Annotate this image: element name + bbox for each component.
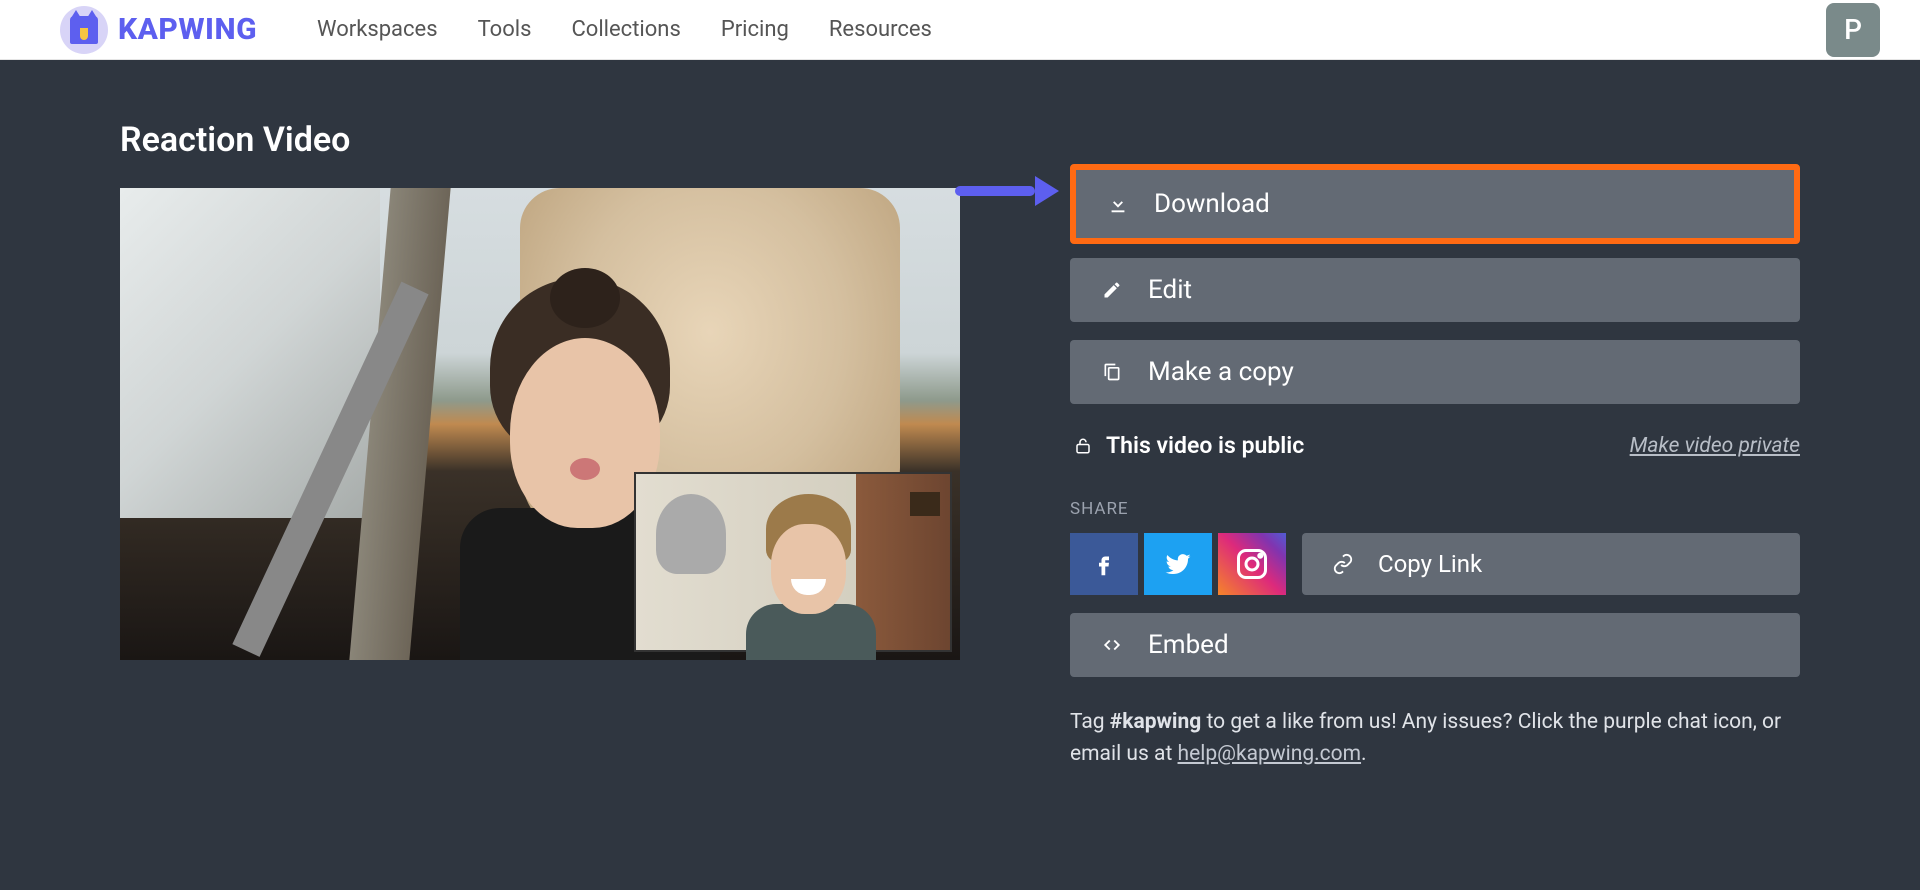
video-preview[interactable] — [120, 188, 960, 660]
picture-in-picture — [634, 472, 952, 652]
nav-tools[interactable]: Tools — [478, 17, 532, 42]
twitter-icon — [1160, 549, 1196, 579]
code-icon — [1100, 636, 1124, 654]
edit-label: Edit — [1148, 275, 1192, 305]
annotation-arrow — [955, 178, 1075, 204]
nav-collections[interactable]: Collections — [571, 17, 680, 42]
make-copy-button[interactable]: Make a copy — [1070, 340, 1800, 404]
nav-workspaces[interactable]: Workspaces — [317, 17, 438, 42]
edit-button[interactable]: Edit — [1070, 258, 1800, 322]
support-email-link[interactable]: help@kapwing.com — [1178, 742, 1362, 766]
embed-label: Embed — [1148, 630, 1229, 660]
privacy-status: This video is public — [1106, 432, 1304, 459]
make-copy-label: Make a copy — [1148, 357, 1294, 387]
pencil-icon — [1100, 280, 1124, 300]
main-nav: Workspaces Tools Collections Pricing Res… — [317, 17, 932, 42]
hashtag: #kapwing — [1110, 710, 1201, 734]
logo-icon — [60, 6, 108, 54]
copy-link-button[interactable]: Copy Link — [1302, 533, 1800, 595]
user-avatar[interactable]: P — [1826, 3, 1880, 57]
download-icon — [1106, 193, 1130, 215]
link-icon — [1332, 553, 1354, 575]
nav-resources[interactable]: Resources — [829, 17, 932, 42]
copy-link-label: Copy Link — [1378, 550, 1482, 578]
embed-button[interactable]: Embed — [1070, 613, 1800, 677]
share-instagram[interactable] — [1218, 533, 1286, 595]
share-row: Copy Link — [1070, 533, 1800, 595]
facebook-icon — [1089, 544, 1119, 584]
share-facebook[interactable] — [1070, 533, 1138, 595]
privacy-row: This video is public Make video private — [1074, 432, 1800, 459]
top-nav-header: KAPWING Workspaces Tools Collections Pri… — [0, 0, 1920, 60]
make-private-link[interactable]: Make video private — [1630, 434, 1800, 458]
instagram-icon — [1234, 546, 1270, 582]
download-button[interactable]: Download — [1070, 164, 1800, 244]
brand-name: KAPWING — [118, 12, 257, 47]
lock-open-icon — [1074, 436, 1092, 456]
brand-logo[interactable]: KAPWING — [60, 6, 257, 54]
footer-help-text: Tag #kapwing to get a like from us! Any … — [1070, 707, 1800, 770]
main-content: Reaction Video — [0, 60, 1920, 890]
actions-column: Download Edit Make a copy This video is … — [1070, 120, 1800, 770]
download-label: Download — [1154, 189, 1270, 219]
share-heading: SHARE — [1070, 499, 1800, 519]
share-twitter[interactable] — [1144, 533, 1212, 595]
project-title: Reaction Video — [120, 120, 960, 160]
copy-icon — [1100, 361, 1124, 383]
video-column: Reaction Video — [120, 120, 960, 770]
nav-pricing[interactable]: Pricing — [721, 17, 789, 42]
